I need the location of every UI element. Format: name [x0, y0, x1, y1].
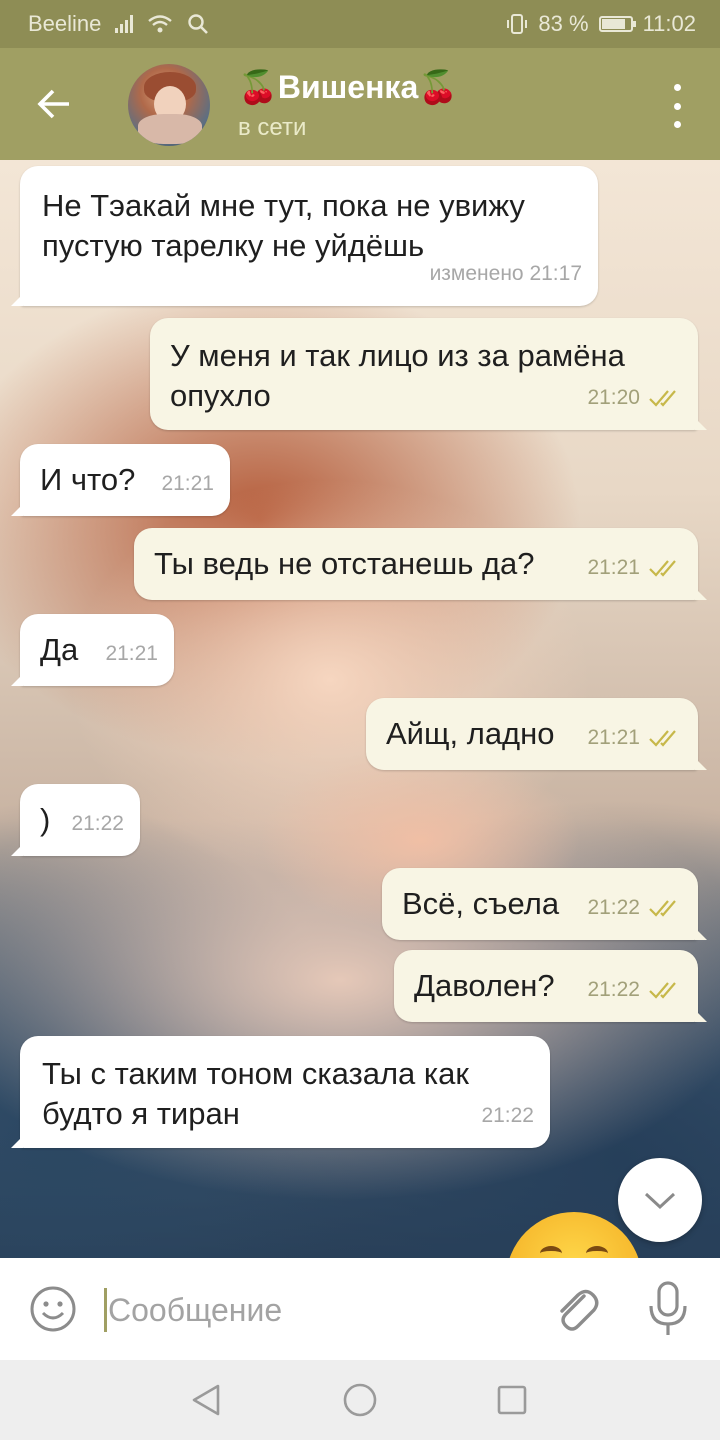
double-check-icon	[649, 730, 676, 747]
message-meta: 21:22	[71, 804, 124, 844]
carrier-name: Beeline	[28, 11, 102, 36]
status-right: 83 % 11:02	[506, 11, 696, 37]
message-bubble[interactable]: Да 21:21	[11, 614, 174, 686]
message-time: изменено 21:17	[429, 262, 582, 285]
message-time: 21:21	[161, 472, 214, 495]
message-bubble[interactable]: ) 21:22	[11, 784, 140, 856]
battery-percent: 83 %	[538, 11, 589, 36]
message-meta: 21:21	[587, 548, 682, 588]
signal-icon	[115, 15, 134, 33]
message-meta: 21:22	[587, 888, 682, 928]
message-meta: изменено 21:17	[430, 254, 582, 294]
message-meta: 21:22	[481, 1096, 534, 1136]
chat-messages-area[interactable]: Не Тэакай мне тут, пока не увижу пустую …	[0, 160, 720, 1258]
message-bubble[interactable]: Не Тэакай мне тут, пока не увижу пустую …	[11, 166, 598, 306]
message-text: Ты с таким тоном сказала как будто я тир…	[42, 1056, 469, 1131]
message-bubble[interactable]: Всё, съела 21:22	[382, 868, 707, 940]
double-check-icon	[649, 900, 676, 917]
message-input[interactable]	[108, 1284, 528, 1336]
message-time: 21:22	[587, 896, 640, 919]
circle-home-icon	[343, 1383, 377, 1417]
message-bubble[interactable]: И что? 21:21	[11, 444, 230, 516]
square-recents-icon	[497, 1385, 527, 1415]
message-time: 21:21	[105, 642, 158, 665]
message-bubble[interactable]: Ты ведь не отстанешь да? 21:21	[134, 528, 707, 600]
message-meta: 21:21	[161, 464, 214, 504]
online-status: в сети	[238, 114, 307, 141]
message-time: 21:22	[481, 1104, 534, 1127]
message-meta: 21:21	[105, 634, 158, 674]
paperclip-icon[interactable]	[552, 1282, 600, 1336]
nav-back-button[interactable]	[184, 1378, 228, 1422]
message-bubble[interactable]: Ты с таким тоном сказала как будто я тир…	[11, 1036, 550, 1148]
double-check-icon	[649, 560, 676, 577]
more-options-button[interactable]	[662, 84, 692, 128]
status-bar: Beeline 83 % 11:02	[0, 0, 720, 48]
message-time: 21:22	[71, 812, 124, 835]
nav-home-button[interactable]	[338, 1378, 382, 1422]
clock: 11:02	[642, 11, 696, 36]
back-button[interactable]	[24, 76, 84, 132]
arrow-left-icon	[37, 89, 69, 119]
wifi-icon	[148, 15, 173, 33]
scroll-down-button[interactable]	[618, 1158, 702, 1242]
battery-icon	[598, 16, 636, 32]
vibrate-icon	[507, 14, 528, 34]
status-left: Beeline	[28, 11, 209, 37]
chevron-down-icon	[644, 1192, 676, 1210]
message-bubble[interactable]: Даволен? 21:22	[394, 950, 707, 1022]
double-check-icon	[649, 982, 676, 999]
message-input-bar	[0, 1258, 720, 1360]
microphone-icon[interactable]	[646, 1280, 690, 1338]
message-meta: 21:22	[587, 970, 682, 1010]
double-check-icon	[649, 390, 676, 407]
message-time: 21:22	[587, 978, 640, 1001]
nav-recents-button[interactable]	[490, 1378, 534, 1422]
avatar[interactable]	[128, 64, 210, 146]
message-bubble[interactable]: Айщ, ладно 21:21	[366, 698, 707, 770]
message-time: 21:20	[587, 386, 640, 409]
chat-header: 🍒Вишенка🍒 в сети	[0, 48, 720, 160]
more-vertical-icon	[673, 84, 681, 91]
message-time: 21:21	[587, 556, 640, 579]
chat-title[interactable]: 🍒Вишенка🍒	[238, 68, 458, 106]
message-meta: 21:20	[587, 378, 682, 418]
search-icon	[188, 14, 209, 34]
triangle-back-icon	[192, 1384, 220, 1416]
message-bubble[interactable]: У меня и так лицо из за рамёна опухло 21…	[150, 318, 707, 430]
system-navigation-bar	[0, 1360, 720, 1440]
message-meta: 21:21	[587, 718, 682, 758]
battery-level-fill	[601, 19, 625, 29]
text-cursor	[104, 1288, 107, 1332]
message-time: 21:21	[587, 726, 640, 749]
smiley-icon[interactable]	[28, 1284, 78, 1334]
